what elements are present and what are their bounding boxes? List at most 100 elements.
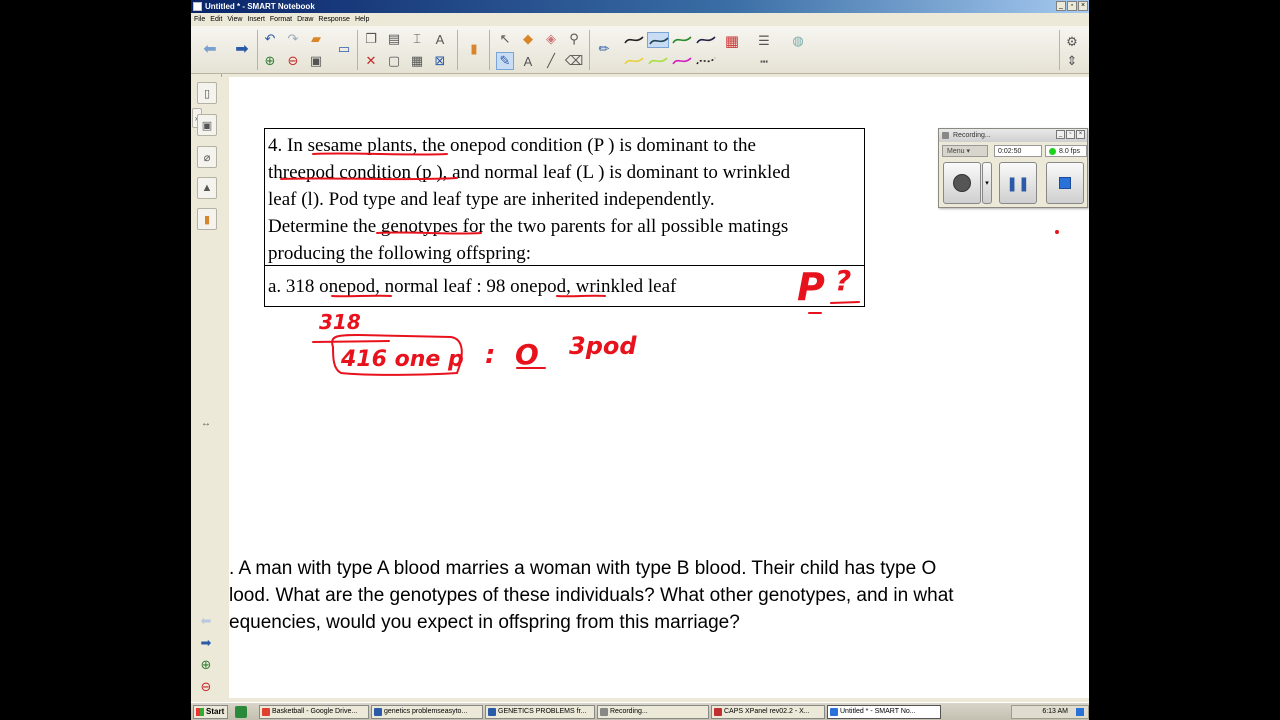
recorder-minimize-button[interactable]: _ xyxy=(1056,130,1065,139)
handwriting-recognition-icon[interactable]: A xyxy=(431,30,449,48)
chevron-down-icon: ▾ xyxy=(985,180,989,187)
fill-icon[interactable]: ⚲ xyxy=(565,30,583,48)
transparency-icon[interactable]: ◍ xyxy=(789,32,807,50)
close-button[interactable]: × xyxy=(1078,1,1088,11)
menu-help[interactable]: Help xyxy=(355,13,374,26)
tray-network-icon[interactable] xyxy=(1076,708,1084,716)
minimize-button[interactable]: _ xyxy=(1056,1,1066,11)
resize-handle-icon[interactable]: ↔ xyxy=(197,414,215,432)
vertical-scrollbar[interactable] xyxy=(221,77,229,698)
notebook-icon xyxy=(830,708,838,716)
gallery-icon[interactable]: ▣ xyxy=(197,114,217,136)
ink-ratio-right: 3pod xyxy=(569,332,637,360)
task-genetics-problems-fr[interactable]: GENETICS PROBLEMS fr... xyxy=(485,705,595,719)
pen-tool-icon[interactable]: ✏ xyxy=(595,40,613,58)
pen-style-magenta-icon[interactable] xyxy=(671,53,693,69)
color-palette-icon[interactable]: ▦ xyxy=(723,32,741,50)
undo-icon[interactable]: ↶ xyxy=(261,30,279,48)
line-icon[interactable]: ╱ xyxy=(542,52,560,70)
recorder-title-bar[interactable]: Recording... _ ▫ × xyxy=(939,129,1087,142)
open-folder-icon[interactable]: ▰ xyxy=(307,30,325,48)
gear-icon[interactable]: ⚙ xyxy=(1063,33,1081,51)
blood-type-question[interactable]: . A man with type A blood marries a woma… xyxy=(229,555,1089,636)
menu-file[interactable]: File xyxy=(194,13,210,26)
recorder-restore-button[interactable]: ▫ xyxy=(1066,130,1075,139)
menu-format[interactable]: Format xyxy=(270,13,297,26)
menu-response[interactable]: Response xyxy=(318,13,355,26)
pen-style-dashed-icon[interactable] xyxy=(695,53,717,69)
stop-button[interactable] xyxy=(1046,162,1084,204)
task-smart-notebook[interactable]: Untitled * - SMART No... xyxy=(827,705,941,719)
start-button[interactable]: Start xyxy=(193,705,228,719)
redo-icon[interactable]: ↷ xyxy=(284,30,302,48)
next-page-icon[interactable]: ➡ xyxy=(233,40,251,58)
question-4-box[interactable]: 4. In sesame plants, the onepod conditio… xyxy=(264,128,865,307)
app-icon xyxy=(193,2,202,11)
previous-page-icon[interactable]: ⬅ xyxy=(201,40,219,58)
recorder-fps: 8.0 fps xyxy=(1045,145,1087,157)
menu-insert[interactable]: Insert xyxy=(247,13,270,26)
pen-style-lime-icon[interactable] xyxy=(647,53,669,69)
clock[interactable]: 6:13 AM xyxy=(1042,706,1068,718)
pen-style-blue-icon[interactable] xyxy=(647,32,669,48)
ink-count: 318 xyxy=(319,310,361,334)
add-page-side-icon[interactable]: ⊕ xyxy=(197,656,215,674)
menu-draw[interactable]: Draw xyxy=(297,13,318,26)
eraser-icon[interactable]: ◈ xyxy=(542,30,560,48)
record-button[interactable] xyxy=(943,162,981,204)
notebook-page[interactable]: 4. In sesame plants, the onepod conditio… xyxy=(229,77,1089,698)
task-caps-xpanel[interactable]: CAPS XPanel rev02.2 - X... xyxy=(711,705,825,719)
title-bar[interactable]: Untitled * - SMART Notebook _ ▫ × xyxy=(191,0,1089,13)
record-options-button[interactable]: ▾ xyxy=(982,162,992,204)
pen-style-green-icon[interactable] xyxy=(671,32,693,48)
task-genetics-problems[interactable]: genetics problemseasyto... xyxy=(371,705,483,719)
pen-style-yellow-icon[interactable] xyxy=(623,53,645,69)
properties-tab-icon[interactable]: ▲ xyxy=(197,177,217,199)
select-icon[interactable]: ↖ xyxy=(496,30,514,48)
line-thickness-icon[interactable]: ☰ xyxy=(755,32,773,50)
part-a-text: a. 318 onepod, normal leaf : 98 onepod, … xyxy=(268,276,677,297)
menu-edit[interactable]: Edit xyxy=(210,13,227,26)
display-icon[interactable]: ▢ xyxy=(385,52,403,70)
recorder-widget[interactable]: Recording... _ ▫ × Menu ▾ 0:02:50 8.0 fp… xyxy=(938,128,1088,208)
quick-launch-icon[interactable] xyxy=(235,706,247,718)
save-icon[interactable]: ▣ xyxy=(307,52,325,70)
next-page-side-icon[interactable]: ➡ xyxy=(197,634,215,652)
pens-icon[interactable]: ✎ xyxy=(496,52,514,70)
pause-button[interactable]: ❚❚ xyxy=(999,162,1037,204)
recorder-close-button[interactable]: × xyxy=(1076,130,1085,139)
taskbar: Start Basketball - Google Drive... genet… xyxy=(191,702,1089,720)
side-tabs: ▯ » ▣ ⌀ ▲ ▮ ↔ ⬅ ➡ ⊕ ⊖ xyxy=(191,74,222,698)
screen-shade-icon[interactable]: ▭ xyxy=(335,40,353,58)
eraser-tool-icon[interactable]: ⌫ xyxy=(565,52,583,70)
response-icon[interactable]: ▮ xyxy=(465,40,483,58)
pen-style-dark-icon[interactable] xyxy=(695,32,717,48)
add-page-icon[interactable]: ⊕ xyxy=(261,52,279,70)
paste-icon[interactable]: ❐ xyxy=(362,30,380,48)
full-screen-icon[interactable]: ⌶ xyxy=(408,30,426,48)
move-toolbar-icon[interactable]: ⇕ xyxy=(1063,52,1081,70)
page-sorter-icon[interactable]: ▯ xyxy=(197,82,217,104)
delete-page-side-icon[interactable]: ⊖ xyxy=(197,678,215,696)
line-style-icon[interactable]: ┅ xyxy=(755,53,773,71)
restore-button[interactable]: ▫ xyxy=(1067,1,1077,11)
screen-capture-icon[interactable]: ▤ xyxy=(385,30,403,48)
recorder-menu-button[interactable]: Menu ▾ xyxy=(942,145,988,157)
text-icon[interactable]: A xyxy=(519,52,537,70)
table-icon[interactable]: ▦ xyxy=(408,52,426,70)
task-recording[interactable]: Recording... xyxy=(597,705,709,719)
delete-icon[interactable]: ✕ xyxy=(362,52,380,70)
previous-page-side-icon[interactable]: ⬅ xyxy=(197,612,215,630)
caps-icon xyxy=(714,708,722,716)
delete-page-icon[interactable]: ⊖ xyxy=(284,52,302,70)
menu-view[interactable]: View xyxy=(227,13,247,26)
addons-icon[interactable]: ▮ xyxy=(197,208,217,230)
recorder-icon xyxy=(942,132,949,139)
properties-icon[interactable]: ⊠ xyxy=(431,52,449,70)
pen-style-black-icon[interactable] xyxy=(623,32,645,48)
attachments-icon[interactable]: ⌀ xyxy=(197,146,217,168)
task-basketball[interactable]: Basketball - Google Drive... xyxy=(259,705,369,719)
circle-ratio xyxy=(331,333,463,376)
menu-bar: File Edit View Insert Format Draw Respon… xyxy=(191,13,1089,26)
shapes-icon[interactable]: ◆ xyxy=(519,30,537,48)
